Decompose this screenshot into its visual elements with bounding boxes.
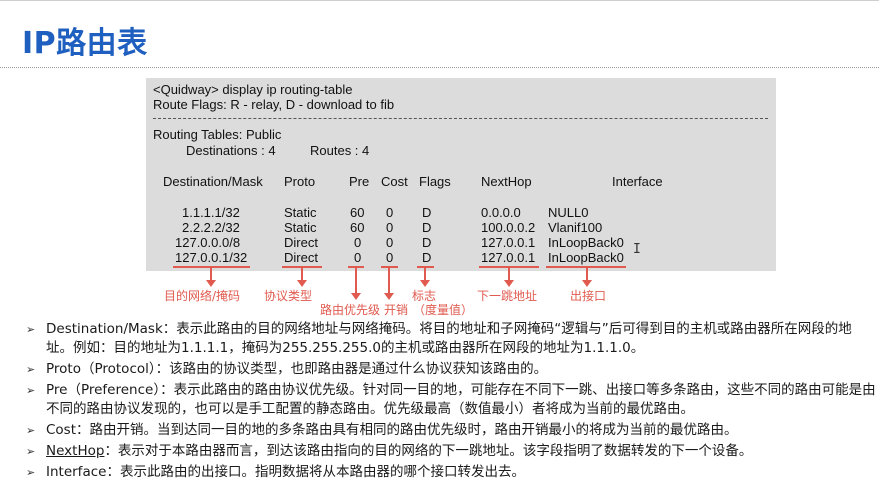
- bullet-term: Pre（Preference）: [46, 382, 161, 398]
- dest-arrow-icon: [206, 268, 216, 287]
- list-item: ➢ Cost：路由开销。当到达同一目的地的多条路由具有相同的路由优先级时，路由开销…: [26, 421, 876, 440]
- header-destination-mask: Destination/Mask: [163, 174, 263, 189]
- cost-annotation: 开销: [384, 303, 409, 317]
- header-interface: Interface: [612, 174, 663, 189]
- table-row-interface: Vlanif100: [548, 220, 603, 235]
- table-row-flags: D: [422, 235, 432, 250]
- list-item: ➢ Interface：表示此路由的出接口。指明数据将从本路由器的哪个接口转发出去…: [26, 463, 876, 482]
- bullet-text: ：表示此路由的路由协议优先级。针对同一目的地，可能存在不同下一跳、出接口等多条路…: [46, 382, 876, 417]
- table-row-interface: InLoopBack0: [548, 250, 624, 265]
- table-row-dest: 1.1.1.1/32: [182, 205, 240, 220]
- header-cost: Cost: [381, 174, 408, 189]
- bullet-term: Proto（Protocol）: [46, 361, 156, 377]
- table-row-proto: Static: [284, 205, 317, 220]
- table-row-pre: 0: [354, 250, 362, 265]
- slide-title: IP路由表: [22, 26, 148, 61]
- pre-arrow-icon: [351, 268, 361, 300]
- nexthop-annotation: 下一跳地址: [477, 289, 538, 303]
- text-cursor-icon: I: [633, 242, 641, 257]
- table-row-interface: NULL0: [548, 205, 589, 220]
- table-row-cost: 0: [386, 220, 394, 235]
- cost-arrow-icon: [384, 268, 394, 300]
- bullet-text: ：表示对于本路由器而言，到达该路由指向的目的网络的下一跳地址。该字段指明了数据转…: [104, 443, 753, 459]
- list-item: ➢ NextHop：表示对于本路由器而言，到达该路由指向的目的网络的下一跳地址。该…: [26, 442, 876, 461]
- bullet-term: Destination/Mask: [46, 321, 163, 337]
- interface-arrow-icon: [582, 268, 592, 287]
- table-row-nexthop: 0.0.0.0: [481, 205, 521, 220]
- bullet-text: ：路由开销。当到达同一目的地的多条路由具有相同的路由优先级时，路由开销最小的将成…: [76, 422, 738, 438]
- explanation-list: ➢ Destination/Mask：表示此路由的目的网络地址与网络掩码。将目的地…: [26, 320, 876, 484]
- nexthop-arrow-icon: [504, 268, 514, 287]
- dashed-separator: [153, 118, 768, 119]
- proto-annotation: 协议类型: [264, 289, 313, 303]
- bullet-term: Cost: [46, 422, 77, 438]
- bullet-arrow-icon: ➢: [26, 424, 36, 437]
- bullet-text: ：表示此路由的出接口。指明数据将从本路由器的哪个接口转发出去。: [106, 464, 525, 480]
- table-row-nexthop: 127.0.0.1: [481, 250, 536, 265]
- header-nexthop: NextHop: [481, 174, 532, 189]
- dest-annotation: 目的网络/掩码: [164, 289, 241, 303]
- table-row-flags: D: [422, 205, 432, 220]
- interface-annotation: 出接口: [570, 289, 607, 303]
- table-row-dest: 127.0.0.0/8: [175, 235, 241, 250]
- flags-arrow-icon: [420, 268, 430, 287]
- table-row-nexthop: 100.0.0.2: [481, 220, 536, 235]
- table-row-cost: 0: [386, 250, 394, 265]
- metric-annotation: （度量值）: [413, 303, 474, 317]
- proto-arrow-icon: [297, 268, 307, 287]
- header-pre: Pre: [349, 174, 370, 189]
- bullet-arrow-icon: ➢: [26, 445, 36, 458]
- bullet-text: ：表示此路由的目的网络地址与网络掩码。将目的地址和子网掩码“逻辑与”后可得到目的…: [46, 321, 852, 356]
- table-row-interface: InLoopBack0: [548, 235, 624, 250]
- bullet-arrow-icon: ➢: [26, 384, 36, 397]
- bullet-term: NextHop: [46, 443, 105, 459]
- table-row-cost: 0: [386, 205, 394, 220]
- bullet-arrow-icon: ➢: [26, 323, 36, 336]
- list-item: ➢ Destination/Mask：表示此路由的目的网络地址与网络掩码。将目的地…: [26, 320, 876, 358]
- destinations-count: Destinations : 4: [186, 143, 276, 158]
- routing-tables-line: Routing Tables: Public: [153, 127, 282, 142]
- table-row-flags: D: [422, 220, 432, 235]
- bullet-arrow-icon: ➢: [26, 363, 36, 376]
- bullet-term: Interface: [46, 464, 107, 480]
- list-item: ➢ Pre（Preference）：表示此路由的路由协议优先级。针对同一目的地，可…: [26, 381, 876, 419]
- table-row-pre: 60: [350, 220, 365, 235]
- list-item: ➢ Proto（Protocol）：该路由的协议类型，也即路由器是通过什么协议获知…: [26, 360, 876, 379]
- command-line: <Quidway> display ip routing-table: [153, 82, 353, 97]
- header-flags: Flags: [419, 174, 451, 189]
- bullet-arrow-icon: ➢: [26, 466, 36, 479]
- table-row-cost: 0: [386, 235, 394, 250]
- table-row-flags: D: [422, 250, 432, 265]
- table-row-proto: Direct: [284, 235, 318, 250]
- table-row-dest: 127.0.0.1/32: [175, 250, 248, 265]
- pre-annotation: 路由优先级: [320, 303, 381, 317]
- table-row-pre: 60: [350, 205, 365, 220]
- top-border: [0, 0, 879, 1]
- bullet-text: ：该路由的协议类型，也即路由器是通过什么协议获知该路由的。: [155, 361, 548, 377]
- table-row-proto: Direct: [284, 250, 318, 265]
- table-row-dest: 2.2.2.2/32: [182, 220, 240, 235]
- routes-count: Routes : 4: [310, 143, 370, 158]
- title-divider: [0, 67, 879, 69]
- table-row-nexthop: 127.0.0.1: [481, 235, 536, 250]
- table-row-pre: 0: [354, 235, 362, 250]
- route-flags-line: Route Flags: R - relay, D - download to …: [153, 97, 395, 112]
- header-proto: Proto: [284, 174, 316, 189]
- table-row-proto: Static: [284, 220, 317, 235]
